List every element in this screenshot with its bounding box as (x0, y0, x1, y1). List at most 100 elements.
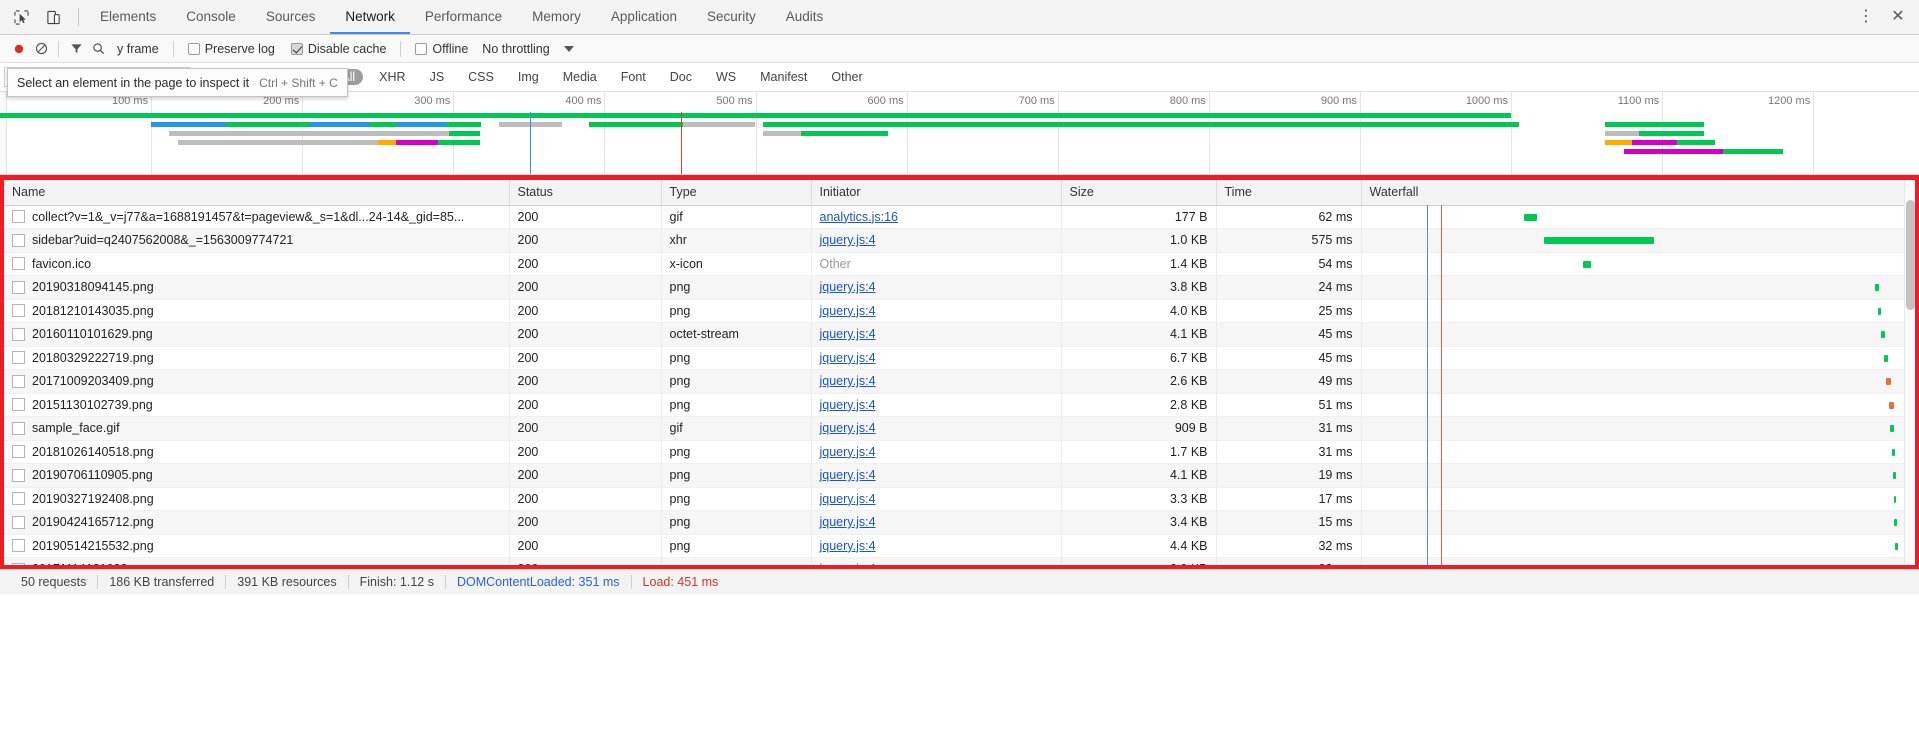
preserve-log-checkbox[interactable]: Preserve log (180, 42, 283, 56)
capture-screenshots-toggle[interactable]: y frame (109, 42, 167, 56)
initiator-value[interactable]: jquery.js:4 (820, 233, 876, 247)
cell-initiator[interactable]: jquery.js:4 (811, 463, 1062, 488)
cell-name[interactable]: collect?v=1&_v=j77&a=1688191457&t=pagevi… (4, 205, 510, 229)
table-row[interactable]: sample_face.gif 200 gif jquery.js:4 909 B 31 … (4, 416, 1915, 441)
cell-name[interactable]: 20181210143035.png (4, 299, 510, 323)
table-row[interactable]: 20171009203409.png 200 png jquery.js:4 2.6 K… (4, 369, 1915, 394)
cell-name[interactable]: 20190514215532.png (4, 534, 510, 558)
cell-name[interactable]: 20190424165712.png (4, 510, 510, 535)
initiator-value[interactable]: analytics.js:16 (820, 210, 899, 224)
initiator-value[interactable]: jquery.js:4 (820, 515, 876, 529)
table-row[interactable]: 20190327192408.png 200 png jquery.js:4 3.3 K… (4, 487, 1915, 511)
clear-icon[interactable] (30, 38, 52, 60)
table-row[interactable]: 20190318094145.png 200 png jquery.js:4 3.8 K… (4, 275, 1915, 300)
table-row[interactable]: sidebar?uid=q2407562008&_=1563009774721 2… (4, 228, 1915, 253)
scrollbar-thumb[interactable] (1906, 200, 1915, 310)
cell-name[interactable]: 20180329222719.png (4, 346, 510, 370)
tab-application[interactable]: Application (596, 0, 692, 34)
disable-cache-box[interactable] (290, 42, 303, 55)
filter-icon[interactable] (65, 38, 87, 60)
initiator-value[interactable]: jquery.js:4 (820, 327, 876, 341)
column-header-status[interactable]: Status (509, 180, 662, 206)
cell-name[interactable]: 20160110101629.png (4, 322, 510, 347)
cell-initiator[interactable]: jquery.js:4 (811, 440, 1062, 464)
cell-initiator[interactable]: jquery.js:4 (811, 416, 1062, 441)
column-header-time[interactable]: Time (1216, 180, 1362, 206)
type-filter-media[interactable]: Media (555, 69, 605, 85)
search-icon[interactable] (87, 38, 109, 60)
cell-initiator[interactable]: jquery.js:4 (811, 369, 1062, 394)
cell-initiator[interactable]: jquery.js:4 (811, 487, 1062, 511)
column-header-type[interactable]: Type (661, 180, 812, 206)
tab-network[interactable]: Network (330, 0, 410, 34)
initiator-value[interactable]: jquery.js:4 (820, 445, 876, 459)
initiator-value[interactable]: jquery.js:4 (820, 304, 876, 318)
column-header-size[interactable]: Size (1061, 180, 1217, 206)
table-row[interactable]: 20190424165712.png 200 png jquery.js:4 3.4 K… (4, 510, 1915, 535)
cell-initiator[interactable]: jquery.js:4 (811, 322, 1062, 347)
more-options-icon[interactable]: ⋮ (1855, 6, 1877, 28)
chevron-down-icon[interactable] (563, 45, 574, 52)
network-overview-timeline[interactable]: 100 ms 200 ms 300 ms 400 ms 500 ms 600 ms 700 … (0, 92, 1919, 175)
offline-checkbox[interactable]: Offline (407, 42, 476, 56)
cell-name[interactable]: 20190706110905.png (4, 463, 510, 488)
type-filter-doc[interactable]: Doc (662, 69, 700, 85)
tab-performance[interactable]: Performance (410, 0, 517, 34)
cell-initiator[interactable]: jquery.js:4 (811, 393, 1062, 417)
table-row[interactable]: 20160110101629.png 200 octet-stream jquery.… (4, 322, 1915, 347)
cell-name[interactable]: 20190327192408.png (4, 487, 510, 511)
initiator-value[interactable]: jquery.js:4 (820, 421, 876, 435)
table-row[interactable]: 20180329222719.png 200 png jquery.js:4 6.7 K… (4, 346, 1915, 370)
column-header-waterfall[interactable]: Waterfall (1361, 180, 1915, 206)
table-row[interactable]: 20181026140518.png 200 png jquery.js:4 1.7 K… (4, 440, 1915, 464)
column-header-initiator[interactable]: Initiator (811, 180, 1062, 206)
cell-name[interactable]: 20190318094145.png (4, 275, 510, 300)
cell-name[interactable]: 20171114121922.png (4, 557, 510, 565)
initiator-value[interactable]: jquery.js:4 (820, 468, 876, 482)
initiator-value[interactable]: jquery.js:4 (820, 539, 876, 553)
type-filter-js[interactable]: JS (422, 69, 453, 85)
table-row[interactable]: 20151130102739.png 200 png jquery.js:4 2.8 K… (4, 393, 1915, 417)
cell-name[interactable]: 20151130102739.png (4, 393, 510, 417)
cell-initiator[interactable]: analytics.js:16 (811, 205, 1062, 229)
initiator-value[interactable]: jquery.js:4 (820, 280, 876, 294)
cell-name[interactable]: sample_face.gif (4, 416, 510, 441)
cell-initiator[interactable]: jquery.js:4 (811, 228, 1062, 253)
table-row[interactable]: 20190706110905.png 200 png jquery.js:4 4.1 K… (4, 463, 1915, 488)
column-header-name[interactable]: Name (4, 180, 510, 206)
throttling-select[interactable]: No throttling (476, 42, 574, 56)
tab-sources[interactable]: Sources (251, 0, 331, 34)
table-vertical-scrollbar[interactable] (1904, 180, 1915, 565)
record-icon[interactable] (8, 38, 30, 60)
inspect-element-icon[interactable] (8, 4, 34, 30)
offline-box[interactable] (415, 42, 428, 55)
type-filter-css[interactable]: CSS (460, 69, 502, 85)
cell-name[interactable]: favicon.ico (4, 252, 510, 276)
cell-name[interactable]: 20171009203409.png (4, 369, 510, 394)
type-filter-xhr[interactable]: XHR (371, 69, 413, 85)
preserve-log-box[interactable] (187, 42, 200, 55)
cell-initiator[interactable]: jquery.js:4 (811, 534, 1062, 558)
disable-cache-checkbox[interactable]: Disable cache (283, 42, 395, 56)
cell-name[interactable]: 20181026140518.png (4, 440, 510, 464)
initiator-value[interactable]: jquery.js:4 (820, 374, 876, 388)
tab-memory[interactable]: Memory (517, 0, 596, 34)
tab-console[interactable]: Console (171, 0, 251, 34)
table-row[interactable]: favicon.ico 200 x-icon Other 1.4 KB 54 ms (4, 252, 1915, 276)
table-row[interactable]: 20181210143035.png 200 png jquery.js:4 4.0 K… (4, 299, 1915, 323)
cell-initiator[interactable]: jquery.js:4 (811, 346, 1062, 370)
cell-initiator[interactable]: Other (811, 252, 1062, 276)
type-filter-img[interactable]: Img (510, 69, 547, 85)
cell-initiator[interactable]: jquery.js:4 (811, 275, 1062, 300)
cell-initiator[interactable]: jquery.js:4 (811, 510, 1062, 535)
device-toolbar-icon[interactable] (40, 4, 66, 30)
table-row[interactable]: 20190514215532.png 200 png jquery.js:4 4.4 K… (4, 534, 1915, 558)
type-filter-font[interactable]: Font (613, 69, 654, 85)
type-filter-other[interactable]: Other (823, 69, 870, 85)
type-filter-manifest[interactable]: Manifest (752, 69, 815, 85)
initiator-value[interactable]: jquery.js:4 (820, 562, 876, 565)
type-filter-ws[interactable]: WS (708, 69, 744, 85)
initiator-value[interactable]: jquery.js:4 (820, 492, 876, 506)
initiator-value[interactable]: jquery.js:4 (820, 351, 876, 365)
table-row[interactable]: collect?v=1&_v=j77&a=1688191457&t=pagevi… (4, 205, 1915, 229)
